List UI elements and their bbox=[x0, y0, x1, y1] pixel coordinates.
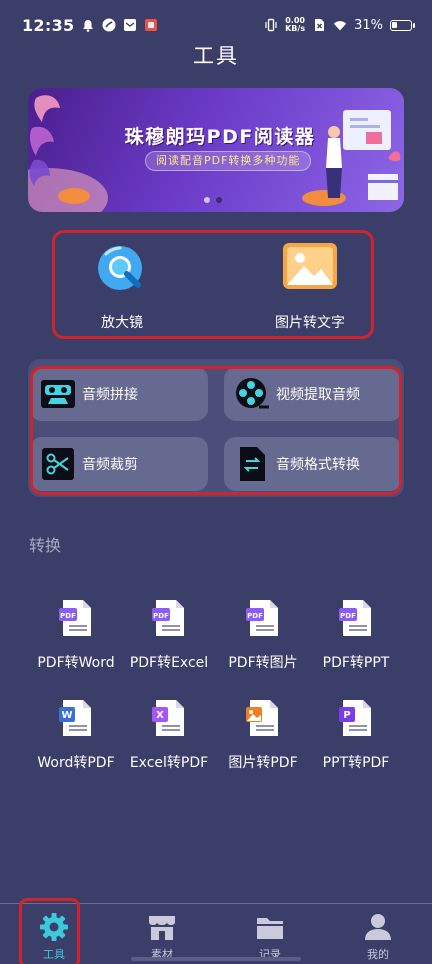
image-to-text-tool[interactable]: 图片转文字 bbox=[250, 242, 370, 332]
word-to-pdf-label: Word转PDF bbox=[37, 755, 115, 771]
status-time: 12:35 bbox=[22, 15, 75, 35]
conversion-section-label: 转换 bbox=[29, 536, 62, 555]
mail-icon bbox=[123, 18, 137, 32]
taobao-icon bbox=[144, 18, 158, 32]
network-speed: 0.00 KB/s bbox=[285, 17, 305, 33]
page-title: 工具 bbox=[193, 44, 239, 68]
nav-records[interactable]: 记录 bbox=[230, 912, 310, 962]
pdf-to-excel-item[interactable]: PDF PDF转Excel bbox=[115, 598, 223, 672]
promo-banner[interactable]: 珠穆朗玛PDF阅读器 阅读配音PDF转换多种功能 bbox=[28, 88, 404, 212]
vibrate-icon bbox=[264, 18, 278, 32]
wifi-icon bbox=[333, 18, 347, 32]
pdf-doc-icon: PDF bbox=[246, 598, 280, 638]
bell-icon bbox=[81, 18, 95, 32]
nav-materials[interactable]: 素材 bbox=[122, 912, 202, 962]
svg-text:PDF: PDF bbox=[340, 612, 356, 620]
folder-icon bbox=[255, 912, 285, 942]
ppt-to-pdf-item[interactable]: P PPT转PDF bbox=[302, 698, 410, 772]
image-doc-icon bbox=[246, 698, 280, 738]
svg-text:X: X bbox=[156, 710, 164, 721]
image-to-text-label: 图片转文字 bbox=[275, 315, 345, 331]
magnifier-label: 放大镜 bbox=[101, 315, 143, 331]
svg-text:PDF: PDF bbox=[153, 612, 169, 620]
pdf-doc-icon: PDF bbox=[339, 598, 373, 638]
user-icon bbox=[363, 912, 393, 942]
banner-title: 珠穆朗玛PDF阅读器 bbox=[124, 126, 316, 148]
nav-profile[interactable]: 我的 bbox=[338, 912, 418, 962]
excel-to-pdf-item[interactable]: X Excel转PDF bbox=[115, 698, 223, 772]
nav-tools-highlight bbox=[19, 898, 80, 964]
magnifier-tool[interactable]: 放大镜 bbox=[62, 242, 182, 332]
banner-dot-2[interactable] bbox=[216, 197, 222, 203]
pdf-to-word-label: PDF转Word bbox=[37, 655, 115, 671]
svg-text:PDF: PDF bbox=[60, 612, 76, 620]
ppt-to-pdf-label: PPT转PDF bbox=[322, 755, 390, 771]
battery-fill bbox=[392, 21, 397, 28]
word-doc-icon: W bbox=[59, 698, 93, 738]
banner-dot-1[interactable] bbox=[204, 197, 210, 203]
net-speed-unit: KB/s bbox=[285, 24, 306, 33]
pdf-to-excel-label: PDF转Excel bbox=[129, 655, 209, 671]
battery-icon bbox=[390, 19, 415, 31]
image-to-pdf-item[interactable]: 图片转PDF bbox=[209, 698, 317, 772]
pdf-to-image-label: PDF转图片 bbox=[228, 655, 298, 671]
app-notification-icon bbox=[102, 18, 116, 32]
ppt-doc-icon: P bbox=[339, 698, 373, 738]
svg-text:P: P bbox=[343, 710, 350, 721]
svg-text:W: W bbox=[61, 710, 72, 721]
nav-profile-label: 我的 bbox=[367, 948, 389, 961]
banner-illustration bbox=[28, 95, 401, 212]
banner-subtitle: 阅读配音PDF转换多种功能 bbox=[145, 151, 312, 171]
pdf-to-word-item[interactable]: PDF PDF转Word bbox=[22, 598, 130, 672]
home-indicator[interactable] bbox=[131, 957, 301, 961]
battery-text: 31% bbox=[354, 17, 383, 33]
pdf-to-ppt-label: PDF转PPT bbox=[322, 655, 390, 671]
magnifier-icon bbox=[94, 242, 150, 298]
image-to-pdf-label: 图片转PDF bbox=[228, 755, 298, 771]
svg-text:PDF: PDF bbox=[247, 612, 263, 620]
pdf-to-image-item[interactable]: PDF PDF转图片 bbox=[209, 598, 317, 672]
pdf-doc-icon: PDF bbox=[59, 598, 93, 638]
banner-pagination bbox=[204, 197, 222, 203]
audio-tools-highlight bbox=[30, 366, 402, 495]
excel-doc-icon: X bbox=[152, 698, 186, 738]
pdf-doc-icon: PDF bbox=[152, 598, 186, 638]
image-icon bbox=[282, 242, 338, 298]
store-icon bbox=[147, 912, 177, 942]
word-to-pdf-item[interactable]: W Word转PDF bbox=[22, 698, 130, 772]
pdf-to-ppt-item[interactable]: PDF PDF转PPT bbox=[302, 598, 410, 672]
no-sim-icon bbox=[312, 18, 326, 32]
excel-to-pdf-label: Excel转PDF bbox=[129, 755, 209, 771]
